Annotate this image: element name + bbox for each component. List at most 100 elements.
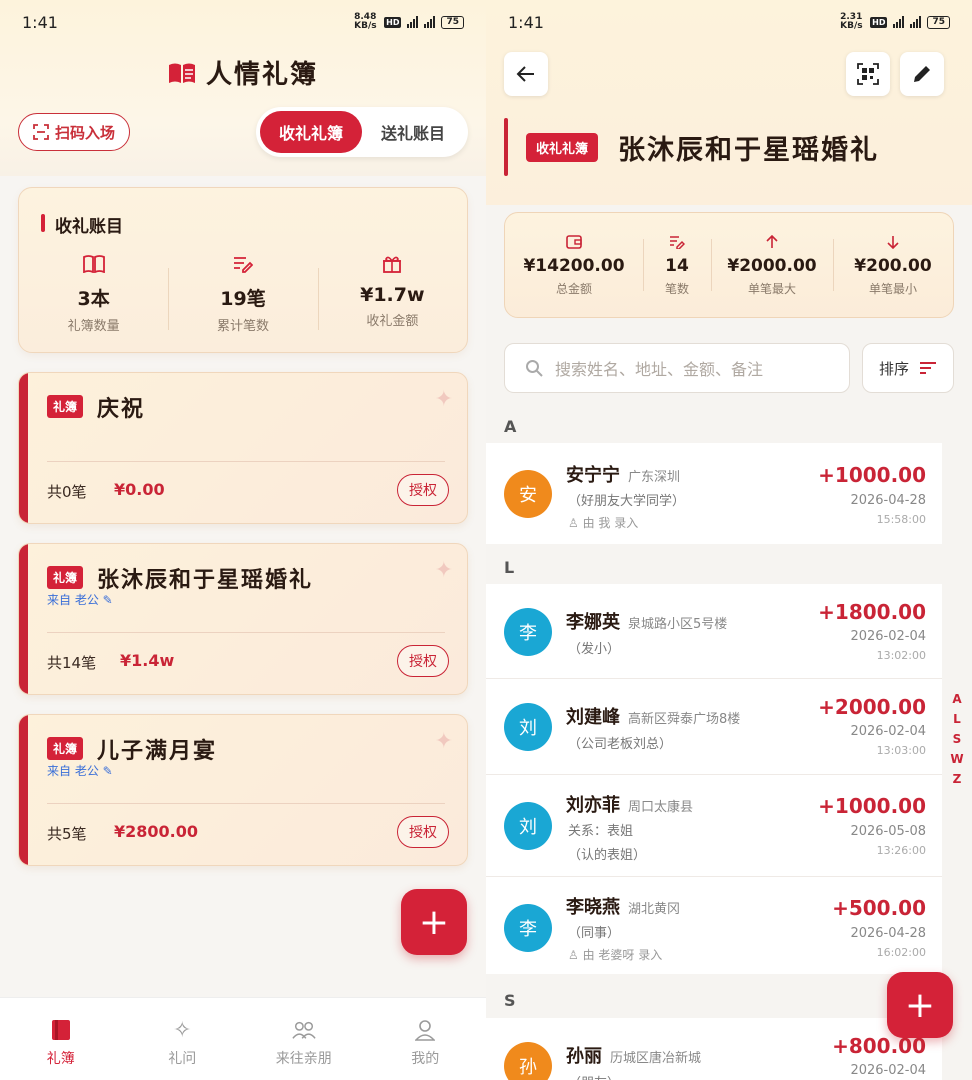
book-card[interactable]: 礼簿 庆祝 ✦ 共0笔 ¥0.00 授权 [18,372,468,524]
entry-time: 15:58:00 [876,513,926,526]
divider [47,461,445,462]
group-header: A [504,417,517,436]
pencil-icon [914,66,930,82]
qr-code-icon [857,63,879,85]
book-amount: ¥1.4w [120,651,175,670]
hd-icon: HD [384,16,402,28]
book-icon [168,63,195,83]
list-item[interactable]: 孙 孙丽历城区唐冶新城 （朋友） +800.00 2026-02-04 [486,1018,942,1080]
book-stats-card: ¥14200.00 总金额 14 笔数 ¥2000.00 单笔最大 ¥200.0… [504,212,954,318]
page-title: 人情礼簿 [0,54,486,91]
tab-contacts[interactable]: 来往亲朋 [243,998,365,1080]
stat-total-amount: ¥1.7w 收礼金额 [317,252,467,334]
sparkle-icon: ✧ [173,1017,192,1043]
avatar: 刘 [504,703,552,751]
avatar: 安 [504,470,552,518]
gift-icon [383,256,402,273]
person-icon: ♙ [568,948,583,962]
battery-icon: 75 [441,15,464,29]
add-entry-button[interactable]: + [887,972,953,1038]
qr-code-button[interactable] [846,52,890,96]
back-button[interactable] [504,52,548,96]
authorize-button[interactable]: 授权 [397,474,449,506]
edit-button[interactable] [900,52,944,96]
book-tag: 礼簿 [47,566,84,589]
entry-amount: +500.00 [832,896,926,920]
entry-date: 2026-04-28 [850,493,926,508]
signal-icon [424,16,436,28]
status-bar: 1:41 8.48 KB/s HD 75 [0,0,486,44]
divider [486,876,942,877]
arrow-down-icon [887,235,899,249]
sparkle-icon: ✦ [434,558,453,583]
index-letter[interactable]: L [953,712,961,726]
tab-received[interactable]: 收礼礼簿 [260,111,362,153]
entry-amount: +1800.00 [818,600,926,624]
entry-name: 刘建峰 [566,707,620,728]
entry-address: 周口太康县 [628,800,694,815]
battery-icon: 75 [927,15,950,29]
net-speed: 2.31 KB/s [840,12,863,31]
app-title-text: 人情礼簿 [205,60,318,90]
entry-address: 高新区舜泰广场8楼 [628,712,741,727]
tab-sent[interactable]: 送礼账目 [362,111,464,153]
entry-note: （公司老板刘总） [568,737,673,752]
entry-amount: +1000.00 [818,463,926,487]
status-time: 1:41 [508,12,544,32]
authorize-button[interactable]: 授权 [397,645,449,677]
group-header: L [504,558,515,577]
stat-total: ¥14200.00 总金额 [505,213,643,317]
stat-min: ¥200.00 单笔最小 [833,213,953,317]
entry-note: （认的表姐） [568,848,647,863]
tab-ask[interactable]: ✧ 礼问 [122,998,244,1080]
entry-date: 2026-05-08 [850,824,926,839]
summary-title: 收礼账目 [41,212,123,237]
index-letter[interactable]: S [953,732,962,746]
book-count: 共5笔 [47,825,87,843]
book-type-tag: 收礼礼簿 [526,133,599,162]
tab-mine[interactable]: 我的 [365,998,487,1080]
stat-book-count: 3本 礼簿数量 [19,252,168,334]
index-letter[interactable]: A [952,692,961,706]
divider [486,774,942,775]
add-book-button[interactable]: + [401,889,467,955]
index-letter[interactable]: Z [953,772,962,786]
book-source: 来自 老公 ✎ [47,764,113,778]
plus-icon: + [418,901,450,943]
entry-amount: +2000.00 [818,695,926,719]
entry-note: （发小） [568,642,621,657]
entry-name: 刘亦菲 [566,795,620,816]
sort-button[interactable]: 排序 [862,343,954,393]
note-edit-icon [233,257,253,273]
signal-icon [893,16,905,28]
index-letter[interactable]: W [950,752,963,766]
search-placeholder: 搜索姓名、地址、金额、备注 [555,360,764,379]
avatar: 李 [504,608,552,656]
book-card[interactable]: 礼簿 张沐辰和于星瑶婚礼 来自 老公 ✎ ✦ 共14笔 ¥1.4w 授权 [18,543,468,695]
people-icon [292,1021,316,1039]
scan-entry-button[interactable]: 扫码入场 [18,113,130,151]
tab-books[interactable]: 礼簿 [0,998,122,1080]
net-speed: 8.48 KB/s [354,12,377,31]
wallet-icon [566,234,582,249]
entry-date: 2026-02-04 [850,1063,926,1078]
book-icon [51,1020,70,1040]
authorize-button[interactable]: 授权 [397,816,449,848]
entry-note: （朋友） [568,1072,620,1080]
list-item[interactable]: 安 安宁宁 广东深圳 （好朋友大学同学） ♙ 由 我 录入 +1000.00 20… [486,443,942,544]
entry-time: 13:03:00 [876,744,926,757]
entry-address: 湖北黄冈 [628,902,681,917]
status-time: 1:41 [22,12,58,32]
book-count: 共0笔 [47,483,87,501]
avatar: 刘 [504,802,552,850]
search-input[interactable]: 搜索姓名、地址、金额、备注 [504,343,850,393]
book-amount: ¥2800.00 [114,822,199,841]
entry-note: （好朋友大学同学） [568,494,686,509]
list-group: 李 李娜英 泉城路小区5号楼 （发小） +1800.00 2026-02-04 1… [486,584,942,974]
sort-icon [920,362,936,374]
book-card[interactable]: 礼簿 儿子满月宴 来自 老公 ✎ ✦ 共5笔 ¥2800.00 授权 [18,714,468,866]
sparkle-icon: ✦ [434,387,453,412]
entry-name: 安宁宁 [566,465,620,486]
signal-icon [910,16,922,28]
book-name: 庆祝 [97,397,146,422]
